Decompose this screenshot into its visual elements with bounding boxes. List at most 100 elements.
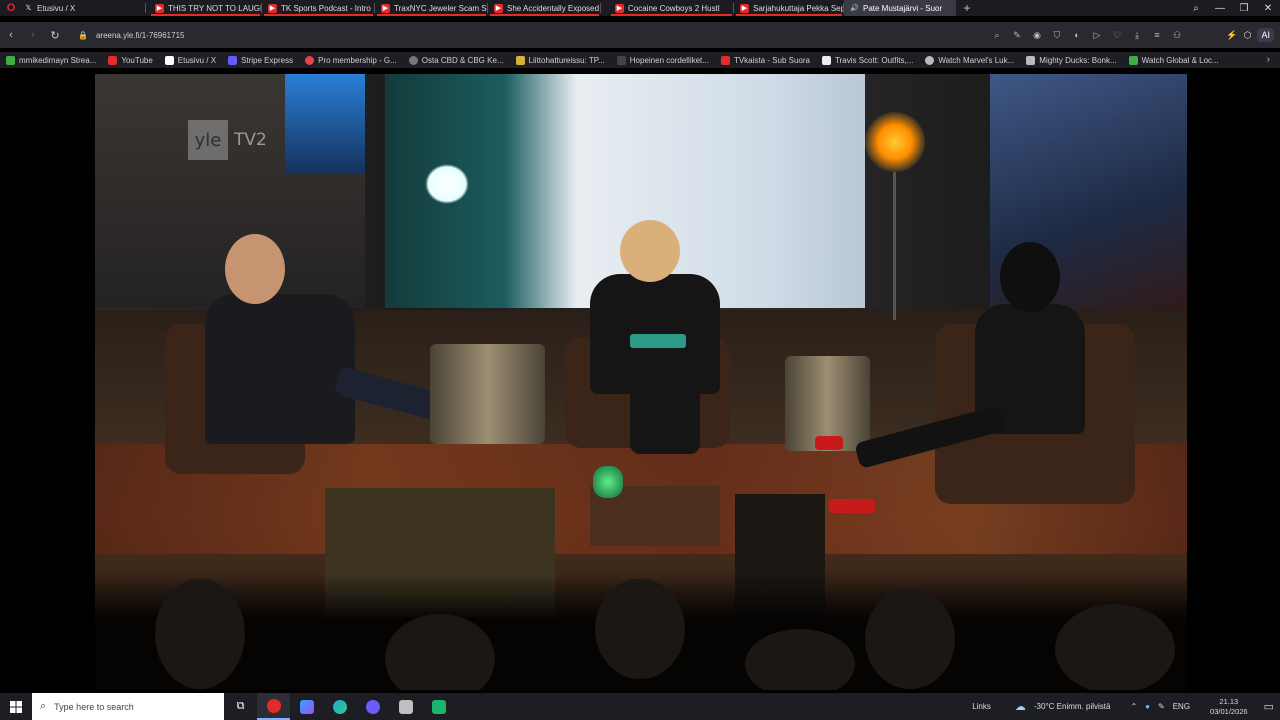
guest-right-head (1000, 242, 1060, 312)
lens-icon[interactable]: ⌕ (990, 30, 1004, 41)
tab-0[interactable]: 𝕏 Etusivu / X (18, 0, 146, 16)
start-button[interactable] (0, 693, 32, 720)
opera-icon (266, 698, 281, 713)
video-player[interactable]: yle TV2 (0, 72, 1280, 692)
tab-5[interactable]: ▶ Cocaine Cowboys 2 Hustl (609, 0, 734, 16)
store-icon (299, 699, 314, 714)
bookmark-9[interactable]: Travis Scott: Outfits,... (816, 55, 919, 65)
extension-icon[interactable]: ⚡ (1226, 30, 1237, 41)
new-tab-button[interactable]: + (960, 1, 974, 15)
taskbar-app-6[interactable] (422, 693, 455, 720)
reload-icon[interactable]: ↻ (44, 24, 66, 46)
close-icon[interactable]: ✕ (1256, 3, 1280, 14)
bookmarks-more-icon[interactable]: › (1267, 52, 1270, 68)
taskbar-opera[interactable] (257, 693, 290, 720)
tab-label: Sarjahukuttaja Pekka Sepp (753, 3, 844, 13)
play-icon[interactable]: ▷ (1090, 30, 1104, 41)
ai-button[interactable]: AI (1257, 28, 1274, 42)
opera-menu-icon[interactable]: O (4, 1, 18, 15)
account-icon[interactable]: ⚇ (1170, 30, 1184, 41)
forward-icon[interactable]: › (22, 24, 44, 46)
bookmark-label: Etusivu / X (177, 55, 217, 65)
lock-icon: 🔒 (78, 30, 88, 40)
taskbar-edge[interactable] (323, 693, 356, 720)
back-icon[interactable]: ‹ (0, 24, 22, 46)
menu-icon[interactable]: ≡ (1150, 30, 1164, 40)
bookmark-11[interactable]: Mighty Ducks: Bonk... (1020, 55, 1122, 65)
bolt-icon (1026, 55, 1036, 65)
task-view-button[interactable]: ⧉ (224, 693, 257, 720)
taskbar-app-4[interactable] (356, 693, 389, 720)
tab-label: Cocaine Cowboys 2 Hustl (628, 3, 720, 13)
notification-icon[interactable]: ▭ (1264, 700, 1274, 713)
green-app-icon (431, 699, 446, 714)
camera-icon[interactable]: ◉ (1030, 30, 1044, 41)
x-icon (164, 55, 174, 65)
box-icon[interactable]: ⬡ (1244, 30, 1252, 41)
bookmark-12[interactable]: Watch Global & Loc... (1123, 55, 1225, 65)
chevron-up-icon[interactable]: ⌃ (1130, 702, 1137, 711)
bookmark-8[interactable]: TVkaista - Sub Suora (715, 55, 816, 65)
bookmark-5[interactable]: Osta CBD & CBG Ke... (403, 55, 510, 65)
tab-strip: O 𝕏 Etusivu / X ▶ THIS TRY NOT TO LAUGH … (0, 0, 1280, 16)
shield-icon[interactable]: ⛉ (1050, 30, 1064, 41)
tab-7-active[interactable]: 🔊 Pate Mustajärvi - Suor (844, 0, 956, 16)
youtube-icon: ▶ (155, 3, 164, 13)
youtube-icon: ▶ (494, 3, 503, 13)
url-field[interactable]: 🔒 areena.yle.fi/1-76961715 (78, 31, 184, 40)
tab-3[interactable]: ▶ TraxNYC Jeweler Scam Sit (375, 0, 488, 16)
bookmark-2[interactable]: Etusivu / X (159, 55, 222, 65)
pin-icon (305, 55, 315, 65)
channel-logo: yle TV2 (188, 120, 267, 160)
bookmark-0[interactable]: mmikedimayn Strea... (0, 55, 102, 65)
chat-icon (365, 699, 380, 714)
tab-label: TK Sports Podcast - Intro (281, 3, 371, 13)
tab-label: She Accidentally Exposed (507, 3, 600, 13)
clock-time: 21.13 (1219, 696, 1239, 706)
pen-icon[interactable]: ✎ (1158, 702, 1165, 711)
clock[interactable]: 21.13 03/01/2026 (1210, 697, 1248, 717)
tab-6[interactable]: ▶ Sarjahukuttaja Pekka Sepp (734, 0, 844, 16)
minimize-icon[interactable]: — (1208, 3, 1232, 14)
lang-indicator[interactable]: ENG (1173, 702, 1190, 711)
youtube-icon: ▶ (615, 3, 624, 13)
bookmark-label: Watch Marvel's Luk... (938, 55, 1015, 65)
vpn-icon[interactable]: ◐ (1070, 30, 1084, 40)
bookmark-3[interactable]: Stripe Express (222, 55, 299, 65)
taskbar-app-2[interactable] (290, 693, 323, 720)
weather-icon: ☁ (1014, 701, 1026, 713)
tv-icon (720, 55, 730, 65)
bookmark-1[interactable]: YouTube (102, 55, 158, 65)
bookmark-label: YouTube (121, 55, 153, 65)
search-tabs-icon[interactable]: ⌕ (1184, 3, 1208, 14)
bookmark-4[interactable]: Pro membership - G... (299, 55, 403, 65)
edit-icon[interactable]: ✎ (1010, 30, 1024, 41)
taskbar-search[interactable]: ⌕ Type here to search (32, 693, 224, 720)
guest-left-head (225, 234, 285, 304)
edge-tray-icon[interactable]: ● (1145, 702, 1150, 711)
heart-icon[interactable]: ♡ (1110, 30, 1124, 41)
address-bar: ‹ › ↻ 🔒 areena.yle.fi/1-76961715 ⌕ ✎ ◉ ⛉… (0, 22, 1280, 48)
bookmark-10[interactable]: Watch Marvel's Luk... (919, 55, 1020, 65)
bookmark-label: Hopeinen cordelliket... (629, 55, 709, 65)
tab-2[interactable]: ▶ TK Sports Podcast - Intro (262, 0, 375, 16)
search-placeholder: Type here to search (54, 701, 134, 712)
youtube-icon: ▶ (381, 3, 390, 13)
bookmark-label: Stripe Express (241, 55, 294, 65)
shield-app-icon (398, 699, 413, 714)
download-icon[interactable]: ⤓ (1130, 30, 1144, 41)
bookmark-label: Mighty Ducks: Bonk... (1039, 55, 1117, 65)
task-view-icon: ⧉ (236, 700, 245, 712)
tab-1[interactable]: ▶ THIS TRY NOT TO LAUGH (149, 0, 262, 16)
tab-4[interactable]: ▶ She Accidentally Exposed (488, 0, 601, 16)
sidebar-actions: ⚡ ⬡ AI (1226, 22, 1280, 48)
bookmark-7[interactable]: Hopeinen cordelliket... (611, 55, 715, 65)
bookmark-6[interactable]: Liittohattureissu: TP... (510, 55, 611, 65)
links-toolbar[interactable]: Links (972, 702, 991, 711)
taskbar-app-5[interactable] (389, 693, 422, 720)
bookmark-label: Pro membership - G... (318, 55, 397, 65)
maximize-icon[interactable]: ❐ (1232, 3, 1256, 14)
weather-text[interactable]: -30°C Enimm. pilvistä (1034, 702, 1111, 711)
bookmark-icon (6, 55, 15, 65)
bookmarks-bar: mmikedimayn Strea... YouTube Etusivu / X… (0, 52, 1280, 68)
